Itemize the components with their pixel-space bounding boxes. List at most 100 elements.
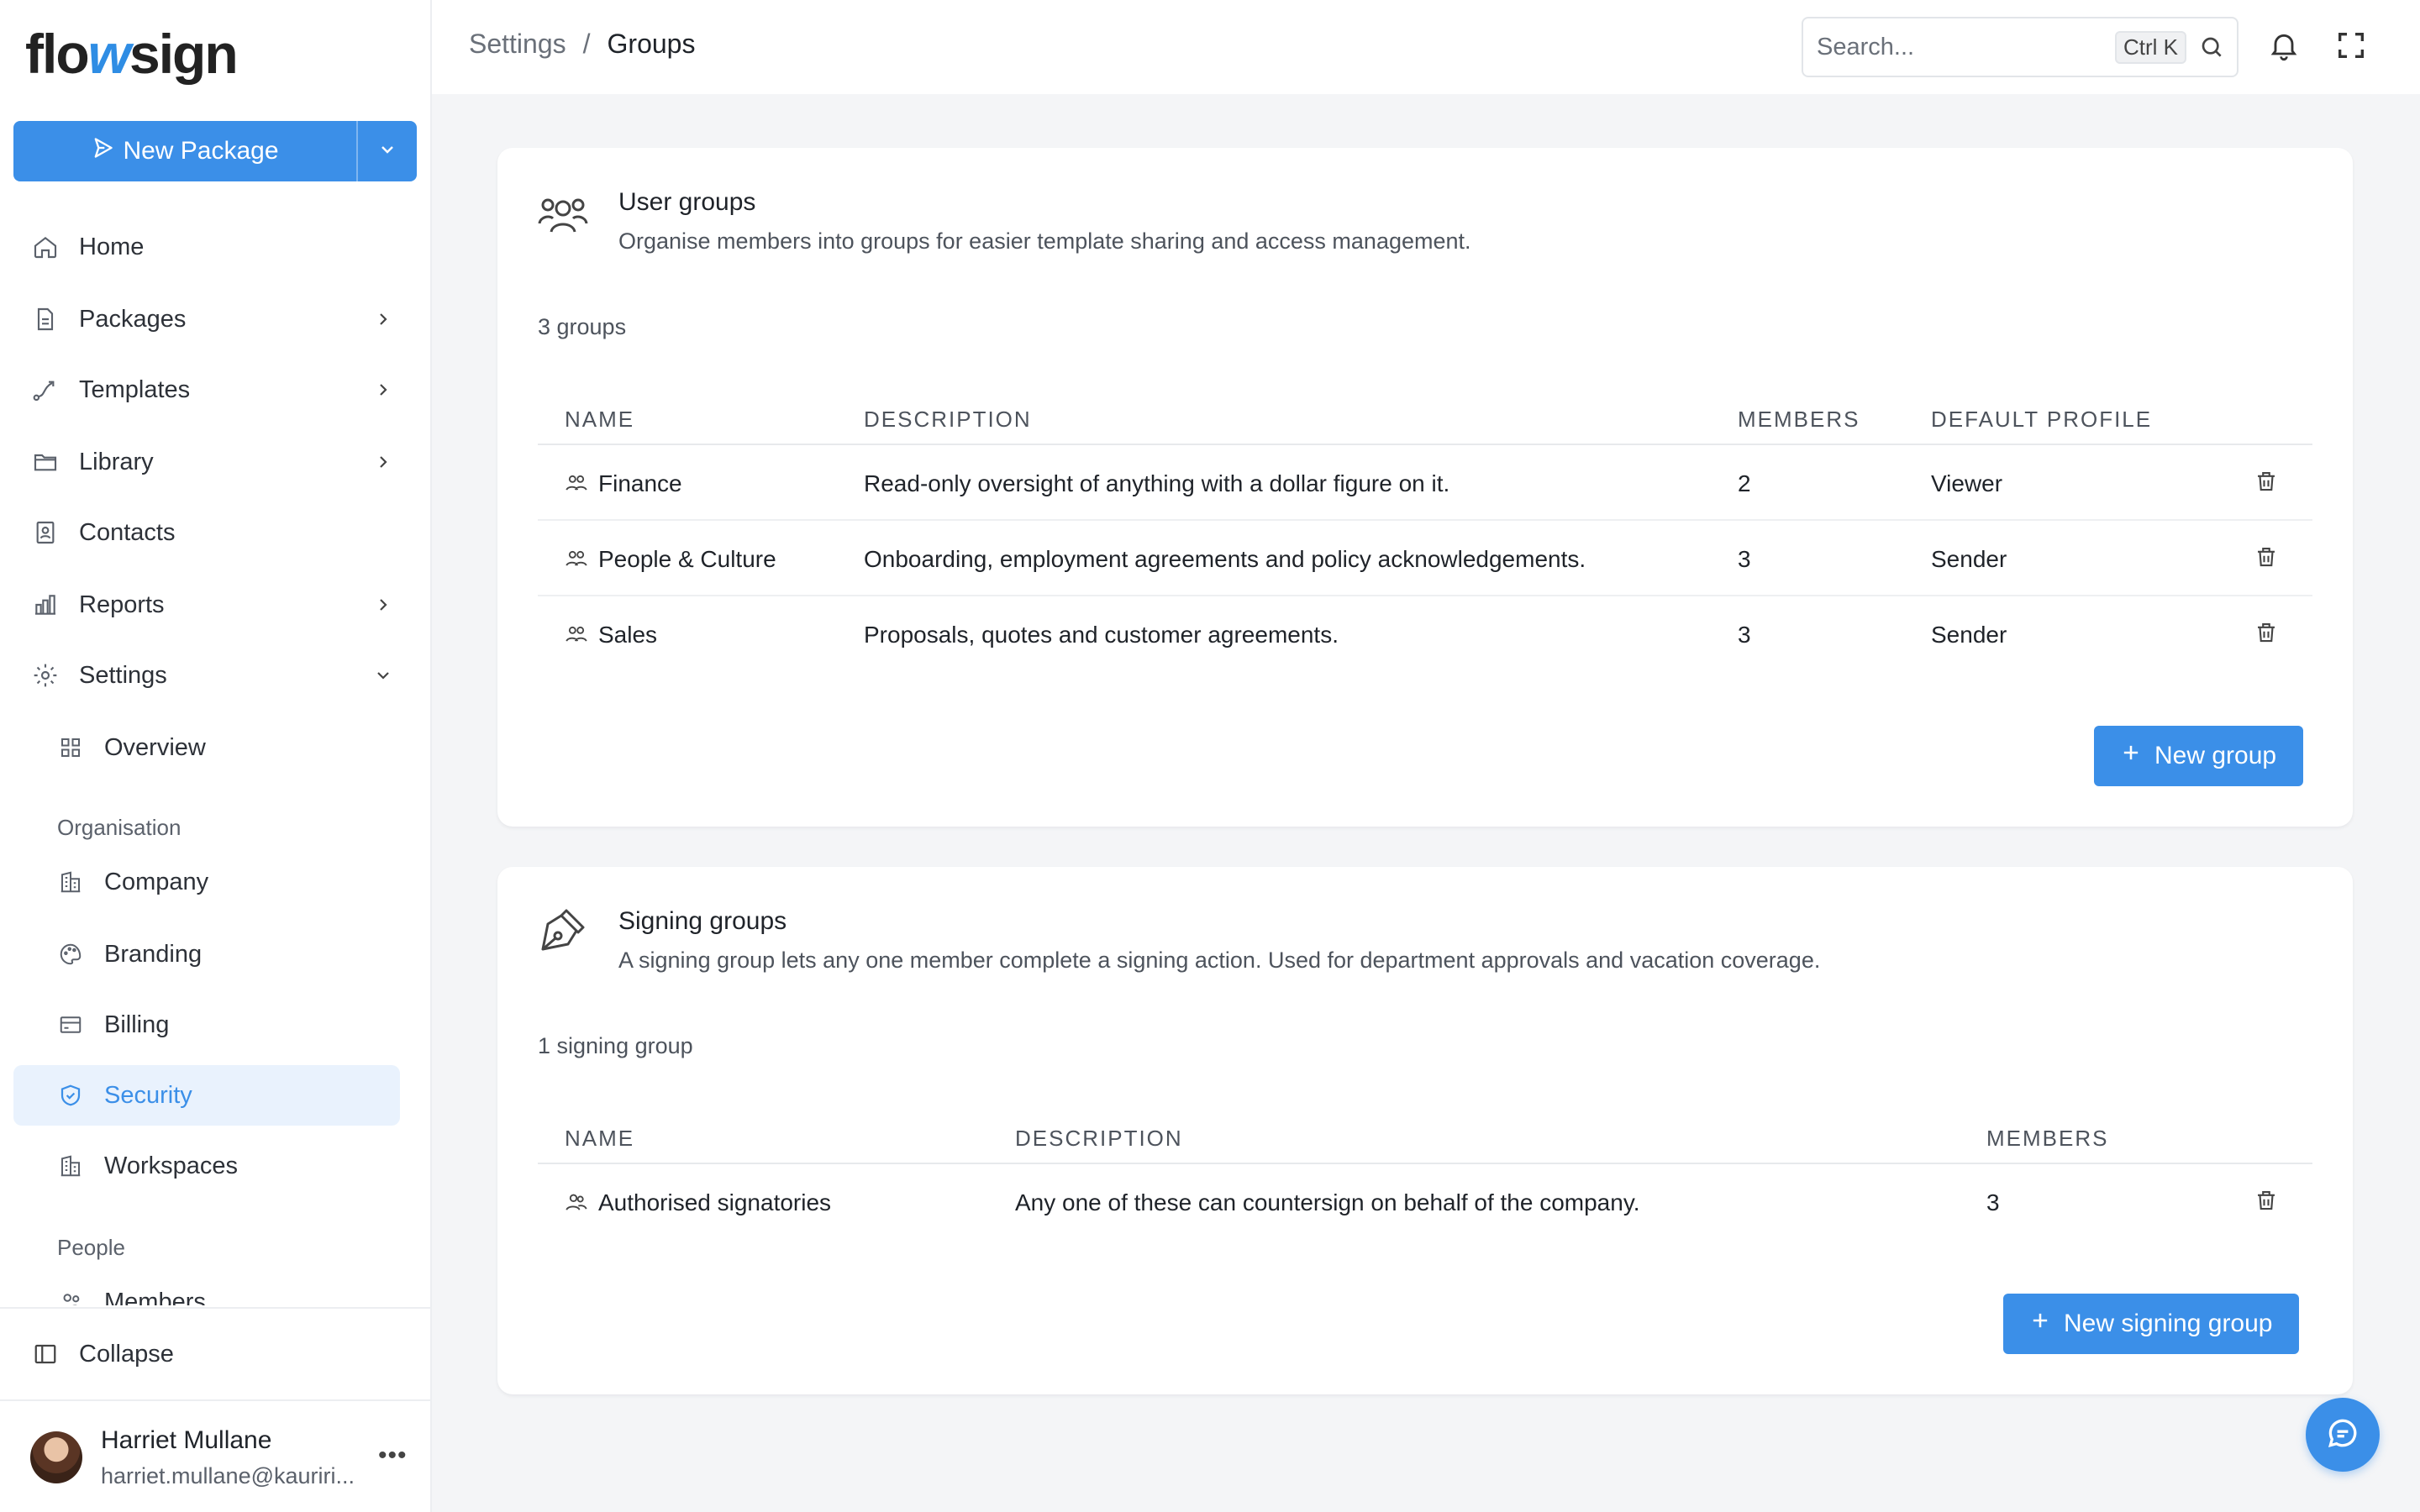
sidebar-item-home[interactable]: Home [13, 217, 400, 277]
logo[interactable]: flowsign [25, 22, 239, 86]
sidebar-item-reports[interactable]: Reports [13, 575, 400, 635]
section-label-people: People [57, 1235, 125, 1260]
new-signing-group-label: New signing group [2064, 1310, 2273, 1337]
logo-text-post: sign [129, 23, 239, 85]
sidebar-item-label: Security [104, 1081, 192, 1109]
user-name: Harriet Mullane [101, 1426, 272, 1454]
chevron-right-icon [366, 452, 400, 472]
chat-bubble-icon [2324, 1415, 2361, 1456]
table-row[interactable]: Sales Proposals, quotes and customer agr… [538, 596, 2312, 672]
group-description: Proposals, quotes and customer agreement… [864, 622, 1339, 648]
column-header-description: DESCRIPTION [864, 407, 1032, 432]
route-icon [18, 376, 72, 403]
sidebar-scroll-clip: Members [0, 1270, 430, 1305]
new-signing-group-button[interactable]: New signing group [2003, 1294, 2300, 1354]
sidebar-item-library[interactable]: Library [13, 432, 400, 492]
trash-icon[interactable] [2254, 544, 2279, 575]
users-icon [565, 472, 588, 500]
user-groups-card: User groups Organise members into groups… [497, 148, 2353, 827]
breadcrumb-current: Groups [607, 29, 696, 59]
search-icon[interactable] [2198, 34, 2225, 60]
chevron-right-icon [366, 309, 400, 329]
avatar [30, 1431, 82, 1483]
sidebar-item-label: Branding [104, 940, 203, 968]
column-header-default-profile: DEFAULT PROFILE [1931, 407, 2153, 432]
column-header-name: NAME [565, 407, 635, 432]
app-root: flowsign New Package Home Packages Templ… [0, 0, 2420, 1512]
collapse-button[interactable]: Collapse [0, 1307, 430, 1399]
chevron-right-icon [366, 595, 400, 615]
trash-icon[interactable] [2254, 1188, 2279, 1219]
user-profile[interactable]: Harriet Mullane harriet.mullane@kauriri.… [0, 1399, 430, 1512]
sidebar-item-label: Billing [104, 1011, 170, 1038]
sidebar-item-label: Templates [79, 375, 191, 403]
group-name: People & Culture [598, 546, 776, 572]
group-members-count: 2 [1738, 470, 1751, 496]
grid-icon [44, 735, 97, 760]
card-subtitle: A signing group lets any one member comp… [618, 948, 1821, 973]
sidebar-item-label: Reports [79, 591, 165, 618]
group-count: 3 groups [538, 314, 627, 339]
gear-icon [18, 662, 72, 689]
plus-icon [2028, 1309, 2052, 1339]
fullscreen-icon[interactable] [2334, 29, 2368, 66]
signing-groups-card: Signing groups A signing group lets any … [497, 867, 2353, 1394]
sidebar-item-settings[interactable]: Settings [13, 645, 400, 706]
users-icon [565, 623, 588, 651]
sidebar-item-packages[interactable]: Packages [13, 289, 400, 349]
sidebar-item-label: Contacts [79, 518, 176, 546]
search-shortcut-badge: Ctrl K [2115, 30, 2186, 64]
breadcrumb-settings[interactable]: Settings [469, 29, 566, 60]
group-description: Onboarding, employment agreements and po… [864, 546, 1586, 572]
trash-icon[interactable] [2254, 620, 2279, 651]
column-header-description: DESCRIPTION [1015, 1126, 1183, 1151]
sidebar-item-overview[interactable]: Overview [39, 717, 400, 778]
sidebar-item-security[interactable]: Security [13, 1065, 400, 1126]
chevron-down-icon [377, 139, 397, 164]
group-default-profile: Sender [1931, 622, 2007, 648]
breadcrumb: Settings / Groups [469, 29, 695, 60]
section-label-organisation: Organisation [57, 815, 182, 840]
bell-icon[interactable] [2267, 29, 2301, 66]
card-title: User groups [618, 188, 756, 216]
new-package-button[interactable]: New Package [13, 121, 356, 181]
column-header-members: MEMBERS [1738, 407, 1860, 432]
folder-icon [18, 449, 72, 475]
sidebar-item-label: Home [79, 233, 145, 260]
chat-support-button[interactable] [2306, 1398, 2380, 1472]
sidebar-item-label: Library [79, 448, 154, 475]
search-placeholder: Search... [1817, 33, 1915, 60]
group-members-count: 3 [1738, 546, 1751, 572]
shield-check-icon [44, 1083, 97, 1108]
table-row[interactable]: Finance Read-only oversight of anything … [538, 445, 2312, 521]
sidebar-item-members[interactable]: Members [39, 1272, 400, 1305]
logo-text-w: w [87, 23, 131, 85]
card-subtitle: Organise members into groups for easier … [618, 228, 1471, 254]
sidebar-item-templates[interactable]: Templates [13, 360, 400, 420]
sidebar-item-label: Members [104, 1288, 206, 1306]
sidebar-item-billing[interactable]: Billing [39, 995, 400, 1055]
new-group-button[interactable]: New group [2094, 726, 2304, 786]
new-package-dropdown[interactable] [356, 121, 417, 181]
sidebar-item-contacts[interactable]: Contacts [13, 502, 400, 563]
sidebar-item-branding[interactable]: Branding [39, 924, 400, 984]
new-package-label: New Package [123, 137, 279, 165]
signing-group-members-count: 3 [1986, 1189, 2000, 1215]
sidebar-item-workspaces[interactable]: Workspaces [39, 1136, 400, 1196]
document-icon [18, 306, 72, 333]
group-members-count: 3 [1738, 622, 1751, 648]
table-row[interactable]: People & Culture Onboarding, employment … [538, 521, 2312, 596]
signing-group-count: 1 signing group [538, 1033, 693, 1058]
chevron-right-icon [366, 380, 400, 400]
sidebar-item-label: Settings [79, 661, 167, 689]
logo-text-pre: flo [25, 23, 90, 85]
group-default-profile: Viewer [1931, 470, 2003, 496]
table-row[interactable]: Authorised signatories Any one of these … [538, 1164, 2312, 1240]
send-icon [91, 136, 114, 166]
search-input[interactable]: Search... Ctrl K [1802, 17, 2238, 77]
users-icon [44, 1289, 97, 1305]
trash-icon[interactable] [2254, 469, 2279, 500]
sidebar-item-company[interactable]: Company [39, 852, 400, 912]
more-horizontal-icon[interactable]: ••• [378, 1441, 408, 1470]
column-header-members: MEMBERS [1986, 1126, 2109, 1151]
